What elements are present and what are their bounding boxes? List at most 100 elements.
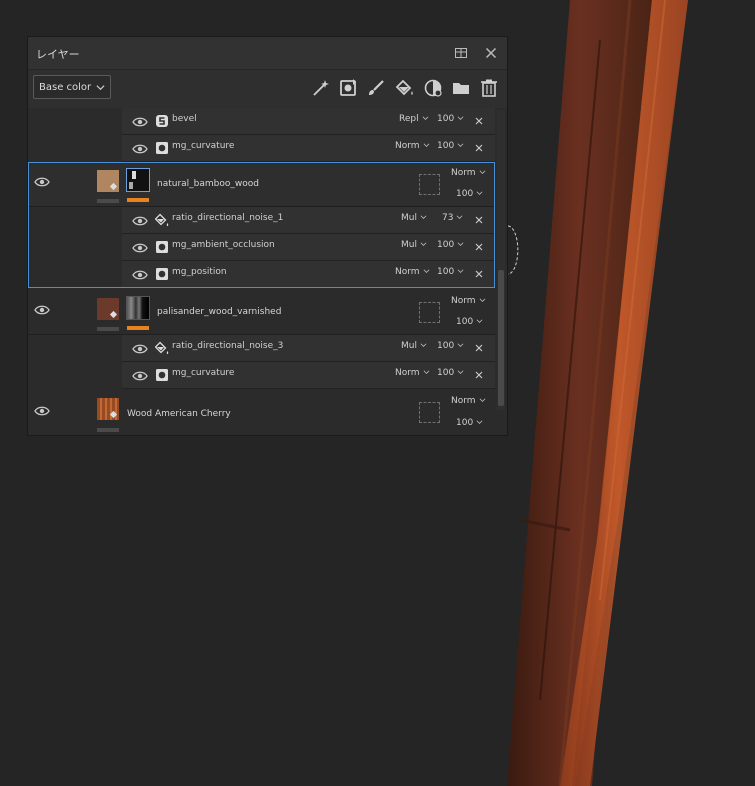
chevron-down-icon (423, 370, 429, 374)
close-icon[interactable] (475, 144, 483, 152)
filter-row[interactable]: mg_position Norm 100 (122, 261, 495, 288)
eye-icon[interactable] (132, 215, 148, 227)
blend-mode-dropdown[interactable]: Norm (395, 368, 430, 378)
folder-icon[interactable] (451, 78, 471, 98)
blend-mode-label: Norm (451, 296, 476, 306)
chevron-down-icon (420, 215, 427, 219)
blend-mode-dropdown[interactable]: Norm (451, 296, 486, 306)
layer-row-wood-american-cherry[interactable]: Wood American Cherry Norm 100 (28, 390, 495, 435)
opacity-dropdown[interactable]: 100 (456, 189, 483, 199)
blend-mode-dropdown[interactable]: Norm (451, 396, 486, 406)
filter-name: mg_curvature (172, 368, 235, 378)
filter-name: mg_ambient_occlusion (172, 240, 275, 250)
close-icon[interactable] (483, 45, 499, 61)
opacity-dropdown[interactable]: 100 (456, 317, 483, 327)
layer-mask-slot[interactable] (419, 302, 440, 323)
opacity-dropdown[interactable]: 100 (437, 141, 464, 151)
blend-mode-dropdown[interactable]: Norm (395, 267, 430, 277)
close-icon[interactable] (475, 117, 483, 125)
mask-thumbnail[interactable] (126, 168, 150, 192)
generator-icon (156, 142, 168, 154)
layer-mask-slot[interactable] (419, 402, 440, 423)
blend-mode-dropdown[interactable]: Mul (401, 341, 427, 351)
opacity-value: 73 (442, 213, 454, 223)
opacity-value: 100 (437, 341, 455, 351)
opacity-dropdown[interactable]: 100 (437, 368, 464, 378)
eye-icon[interactable] (34, 304, 50, 316)
opacity-dropdown[interactable]: 73 (442, 213, 463, 223)
close-icon[interactable] (475, 216, 483, 224)
opacity-value: 100 (437, 141, 455, 151)
layers-toolbar: Base color (28, 70, 507, 108)
layer-thumbnail-bar (97, 199, 119, 203)
smart-mask-icon[interactable] (339, 78, 359, 98)
eye-icon[interactable] (132, 370, 148, 382)
mask-thumbnail[interactable] (126, 296, 150, 320)
blend-mode-dropdown[interactable]: Norm (451, 168, 486, 178)
fill-icon (155, 213, 169, 227)
layer-name: palisander_wood_varnished (157, 307, 282, 317)
chevron-down-icon (457, 215, 463, 219)
blend-mode-dropdown[interactable]: Norm (395, 141, 430, 151)
layers-panel: レイヤー Base color bevel Repl 100 mg_curvat… (27, 36, 508, 436)
opacity-dropdown[interactable]: 100 (437, 240, 464, 250)
close-icon[interactable] (475, 371, 483, 379)
filter-row[interactable]: bevel Repl 100 (122, 108, 495, 135)
layers-scrollbar[interactable] (497, 110, 505, 410)
layer-row-palisander-wood-varnished[interactable]: palisander_wood_varnished Norm 100 (28, 290, 495, 335)
eye-icon[interactable] (132, 343, 148, 355)
trash-icon[interactable] (479, 78, 499, 98)
scrollbar-thumb[interactable] (498, 270, 504, 406)
close-icon[interactable] (475, 270, 483, 278)
opacity-dropdown[interactable]: 100 (456, 418, 483, 428)
chevron-down-icon (457, 269, 464, 273)
opacity-dropdown[interactable]: 100 (437, 341, 464, 351)
opacity-value: 100 (456, 189, 474, 199)
opacity-value: 100 (437, 114, 455, 124)
filter-name: mg_curvature (172, 141, 235, 151)
eye-icon[interactable] (34, 405, 50, 417)
opacity-value: 100 (437, 240, 455, 250)
filter-name: mg_position (172, 267, 227, 277)
filter-row[interactable]: ratio_directional_noise_3 Mul 100 (122, 335, 495, 362)
blend-mode-dropdown[interactable]: Mul (401, 240, 427, 250)
channel-label: Base color (39, 82, 92, 93)
fill-bucket-icon[interactable] (395, 78, 415, 98)
filter-row[interactable]: ratio_directional_noise_1 Mul 73 (122, 207, 495, 234)
eye-icon[interactable] (132, 116, 148, 128)
chevron-down-icon (96, 85, 105, 91)
brush-icon[interactable] (366, 78, 386, 98)
layer-row-natural-bamboo-wood[interactable]: natural_bamboo_wood Norm 100 (28, 162, 495, 207)
opacity-dropdown[interactable]: 100 (437, 267, 464, 277)
chevron-down-icon (423, 143, 429, 147)
chevron-down-icon (420, 343, 427, 347)
blend-mode-label: Mul (401, 341, 417, 351)
blend-mode-dropdown[interactable]: Mul (401, 213, 427, 223)
opacity-value: 100 (456, 418, 474, 428)
filter-name: ratio_directional_noise_1 (172, 213, 284, 223)
blend-mode-label: Norm (395, 141, 420, 151)
dock-icon[interactable] (453, 45, 469, 61)
filter-row[interactable]: mg_ambient_occlusion Mul 100 (122, 234, 495, 261)
magic-wand-icon[interactable] (311, 78, 331, 98)
blend-mode-label: Mul (401, 240, 417, 250)
chevron-down-icon (457, 143, 464, 147)
blend-mode-dropdown[interactable]: Repl (399, 114, 429, 124)
eye-icon[interactable] (132, 143, 148, 155)
opacity-dropdown[interactable]: 100 (437, 114, 464, 124)
layer-thumbnail-bar (97, 428, 119, 432)
chevron-down-icon (457, 116, 464, 120)
layer-stack: bevel Repl 100 mg_curvature Norm 100 nat… (28, 108, 495, 435)
filter-row[interactable]: mg_curvature Norm 100 (122, 135, 495, 162)
close-icon[interactable] (475, 344, 483, 352)
eye-icon[interactable] (132, 242, 148, 254)
channel-dropdown[interactable]: Base color (33, 75, 111, 99)
close-icon[interactable] (475, 243, 483, 251)
filter-row[interactable]: mg_curvature Norm 100 (122, 362, 495, 389)
layer-mask-slot[interactable] (419, 174, 440, 195)
eye-icon[interactable] (34, 176, 50, 188)
fill-icon (155, 341, 169, 355)
smart-material-icon[interactable] (423, 78, 443, 98)
eye-icon[interactable] (132, 269, 148, 281)
generator-icon (156, 369, 168, 381)
